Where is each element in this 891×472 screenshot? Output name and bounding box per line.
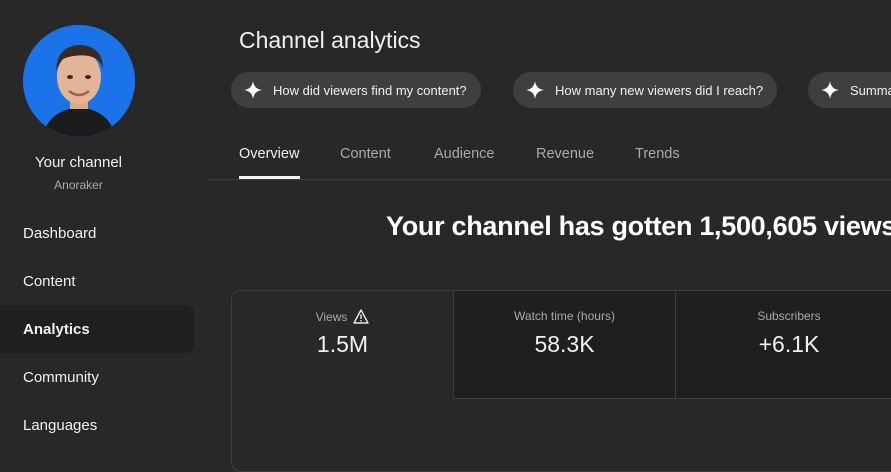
sidebar-item-content[interactable]: Content <box>0 257 194 305</box>
sidebar: Your channel Anoraker Dashboard Content … <box>0 0 207 455</box>
warning-icon[interactable] <box>353 309 370 324</box>
metric-value: 58.3K <box>534 331 595 357</box>
avatar[interactable] <box>23 25 135 137</box>
tab-content[interactable]: Content <box>340 146 391 162</box>
suggestion-chip-viewers-find[interactable]: How did viewers find my content? <box>231 72 481 108</box>
tab-audience[interactable]: Audience <box>434 146 494 162</box>
metrics-card: Views 1.5M Watch time (hours) 58.3K Subs… <box>231 290 891 472</box>
metric-label: Watch time (hours) <box>514 309 615 323</box>
metric-subscribers[interactable]: Subscribers +6.1K <box>675 291 891 399</box>
sidebar-item-dashboard[interactable]: Dashboard <box>0 209 194 257</box>
tab-trends[interactable]: Trends <box>635 146 680 162</box>
suggestion-chip-new-viewers[interactable]: How many new viewers did I reach? <box>513 72 778 108</box>
views-headline: Your channel has gotten 1,500,605 views <box>386 211 891 241</box>
sidebar-item-languages[interactable]: Languages <box>0 401 194 449</box>
metric-value: 1.5M <box>316 331 369 357</box>
channel-name: Your channel <box>34 154 123 171</box>
chip-label: How many new viewers did I reach? <box>555 82 764 98</box>
chip-label: How did viewers find my content? <box>273 82 467 98</box>
chip-label: Summa <box>850 82 891 98</box>
tab-divider <box>207 179 891 180</box>
metric-watch-time[interactable]: Watch time (hours) 58.3K <box>453 291 675 399</box>
sidebar-item-community[interactable]: Community <box>0 353 194 401</box>
page-title: Channel analytics <box>239 27 421 53</box>
metric-value: +6.1K <box>758 331 820 357</box>
metric-label: Views <box>315 309 348 324</box>
tab-overview[interactable]: Overview <box>239 146 299 162</box>
tab-revenue[interactable]: Revenue <box>536 146 594 162</box>
suggestion-chip-summary[interactable]: Summa <box>808 72 891 108</box>
metric-label: Subscribers <box>757 309 821 323</box>
sidebar-item-analytics[interactable]: Analytics <box>0 305 194 353</box>
channel-handle: Anoraker <box>54 178 103 192</box>
avatar-image <box>23 25 135 137</box>
sparkle-icon <box>244 81 262 99</box>
metric-views[interactable]: Views 1.5M <box>232 291 453 399</box>
sparkle-icon <box>821 81 839 99</box>
sparkle-icon <box>526 81 544 99</box>
metric-label-row: Views <box>232 309 453 324</box>
